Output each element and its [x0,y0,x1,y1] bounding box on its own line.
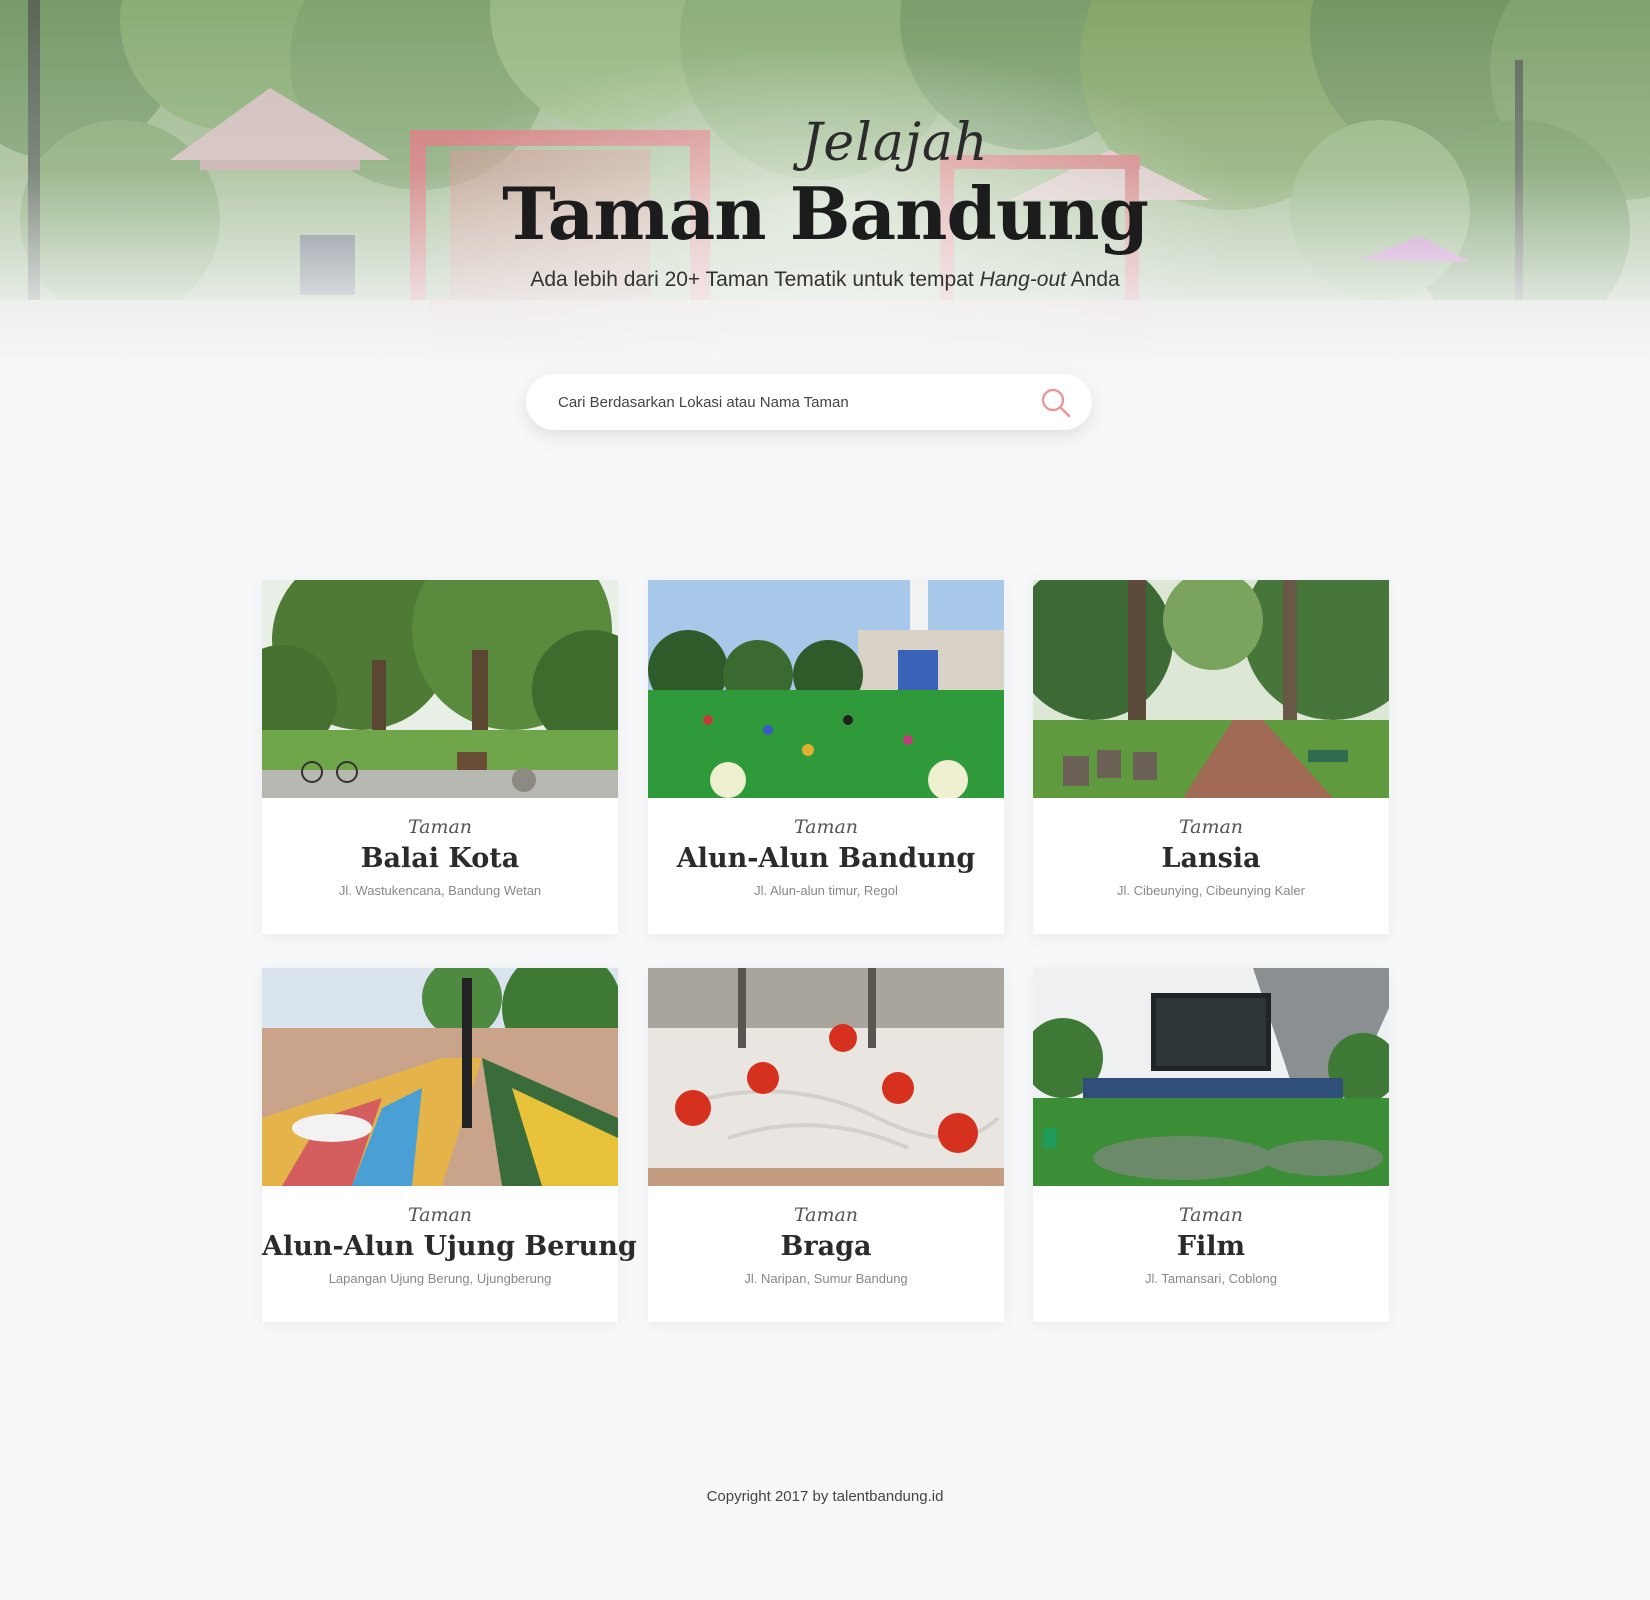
card-address: Jl. Cibeunying, Cibeunying Kaler [1117,883,1305,898]
park-film-photo [1033,968,1389,1186]
card-kicker: Taman [407,816,473,838]
park-card-alun-alun-bandung[interactable]: Taman Alun-Alun Bandung Jl. Alun-alun ti… [648,580,1004,934]
card-title: Balai Kota [360,843,520,874]
card-address: Jl. Tamansari, Coblong [1145,1271,1277,1286]
card-title: Alun-Alun Bandung [676,843,976,874]
card-address: Jl. Wastukencana, Bandung Wetan [338,883,542,898]
hero: Jelajah Taman Bandung Ada lebih dari 20+… [0,0,1650,380]
card-kicker: Taman [1178,816,1244,838]
footer: Copyright 2017 by talentbandung.id [0,1488,1650,1505]
search-input[interactable] [558,393,998,411]
copyright-text: Copyright 2017 by talentbandung.id [706,1488,944,1505]
park-card-film[interactable]: Taman Film Jl. Tamansari, Coblong [1033,968,1389,1322]
card-kicker: Taman [407,1204,473,1226]
card-kicker: Taman [793,1204,859,1226]
hero-subtitle-emphasis: Hang-out [979,268,1066,291]
card-kicker: Taman [1178,1204,1244,1226]
card-address: Jl. Alun-alun timur, Regol [754,883,898,898]
search-icon [1041,388,1071,418]
search-bar [526,374,1092,430]
page-title: Taman Bandung [502,171,1149,256]
hero-heading-group: Jelajah Taman Bandung Ada lebih dari 20+… [0,112,1650,292]
card-kicker: Taman [793,816,859,838]
search-button[interactable] [1040,387,1072,419]
park-card-braga[interactable]: Taman Braga Jl. Naripan, Sumur Bandung [648,968,1004,1322]
card-title: Film [1176,1231,1246,1262]
park-card-lansia[interactable]: Taman Lansia Jl. Cibeunying, Cibeunying … [1033,580,1389,934]
card-address: Lapangan Ujung Berung, Ujungberung [328,1271,552,1286]
hero-kicker: Jelajah [801,113,989,173]
park-balai-kota-photo [262,580,618,798]
card-title: Lansia [1161,843,1261,874]
park-braga-photo [648,968,1004,1186]
hero-subtitle: Ada lebih dari 20+ Taman Tematik untuk t… [0,268,1650,292]
card-title: Alun-Alun Ujung Berung [262,1231,637,1262]
hero-subtitle-text: Ada lebih dari 20+ Taman Tematik untuk t… [530,268,980,291]
park-alun-alun-bandung-photo [648,580,1004,798]
hero-subtitle-suffix: Anda [1065,268,1120,291]
park-lansia-photo [1033,580,1389,798]
card-title: Braga [780,1231,872,1262]
card-address: Jl. Naripan, Sumur Bandung [744,1271,908,1286]
park-ujung-berung-photo [262,968,618,1186]
park-card-balai-kota[interactable]: Taman Balai Kota Jl. Wastukencana, Bandu… [262,580,618,934]
park-card-alun-alun-ujung-berung[interactable]: Taman Alun-Alun Ujung Berung Lapangan Uj… [262,968,637,1322]
